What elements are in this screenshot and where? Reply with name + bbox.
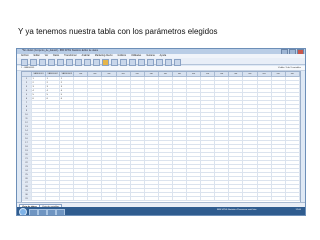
variables-icon[interactable]: [93, 59, 100, 66]
spelling-icon[interactable]: [174, 59, 181, 66]
toolbar: [17, 58, 305, 66]
grid-cell[interactable]: [158, 197, 173, 201]
grid-cell[interactable]: [215, 197, 230, 201]
window-title: *Sin título1 [Conjunto_de_datos0] - IBM …: [22, 49, 99, 52]
grid-cell[interactable]: [46, 197, 61, 201]
active-cell-label: 1 : VAR00001: [21, 67, 35, 69]
grid-rows: 1 1 1 1 2 2 2 2 3 3 3 3 4 4 4 4 5 5 5 5 6 6 6 6 7 8 9 10 11 12 13 14 15 1…: [22, 77, 300, 201]
grid-cell[interactable]: [243, 197, 258, 201]
grid-cell[interactable]: [144, 197, 159, 201]
weight-cases-icon[interactable]: [138, 59, 145, 66]
use-sets-icon[interactable]: [165, 59, 172, 66]
goto-variable-icon[interactable]: [84, 59, 91, 66]
dialog-recall-icon[interactable]: [48, 59, 55, 66]
grid-cell[interactable]: [187, 197, 202, 201]
save-icon[interactable]: [30, 59, 37, 66]
table-row: 31: [22, 197, 300, 201]
taskbar-app-icon[interactable]: [47, 208, 56, 215]
redo-icon[interactable]: [66, 59, 73, 66]
data-grid[interactable]: VAR00001 VAR00002 VAR00003 var var var var var v…: [21, 71, 301, 203]
select-cases-icon[interactable]: [147, 59, 154, 66]
processor-status: IBM SPSS Statistics Processor está listo: [217, 209, 257, 211]
open-file-icon[interactable]: [21, 59, 28, 66]
split-file-icon[interactable]: [129, 59, 136, 66]
start-button-icon[interactable]: [19, 208, 27, 215]
grid-cell[interactable]: [102, 197, 117, 201]
grid-cell[interactable]: [172, 197, 188, 201]
slide-caption: Y ya tenemos nuestra tabla con los parám…: [18, 27, 218, 36]
grid-cell[interactable]: [229, 197, 244, 201]
taskbar-app-icon[interactable]: [29, 208, 38, 215]
grid-cell[interactable]: [60, 197, 75, 201]
grid-cell[interactable]: [74, 197, 89, 201]
insert-variable-icon[interactable]: [120, 59, 127, 66]
goto-case-icon[interactable]: [75, 59, 82, 66]
undo-icon[interactable]: [57, 59, 64, 66]
taskbar-clock: 12:00: [295, 209, 301, 211]
insert-cases-icon[interactable]: [111, 59, 118, 66]
row-number[interactable]: 31: [22, 197, 32, 201]
grid-cell[interactable]: [257, 197, 272, 201]
value-labels-icon[interactable]: [156, 59, 163, 66]
grid-cell[interactable]: [116, 197, 131, 201]
grid-cell[interactable]: [285, 197, 300, 201]
grid-cell[interactable]: [88, 197, 103, 201]
windows-taskbar: IBM SPSS Statistics Processor está listo…: [17, 207, 305, 215]
grid-cell[interactable]: [271, 197, 286, 201]
taskbar-app-icon[interactable]: [38, 208, 47, 215]
visible-variables-count: Visible: 3 de 3 variables: [277, 67, 301, 69]
find-icon[interactable]: [102, 59, 109, 66]
grid-cell[interactable]: [130, 197, 145, 201]
grid-cell[interactable]: [201, 197, 216, 201]
print-icon[interactable]: [39, 59, 46, 66]
grid-cell[interactable]: [32, 197, 47, 201]
spss-data-editor-window: *Sin título1 [Conjunto_de_datos0] - IBM …: [16, 48, 306, 216]
taskbar-app-icon[interactable]: [56, 208, 65, 215]
